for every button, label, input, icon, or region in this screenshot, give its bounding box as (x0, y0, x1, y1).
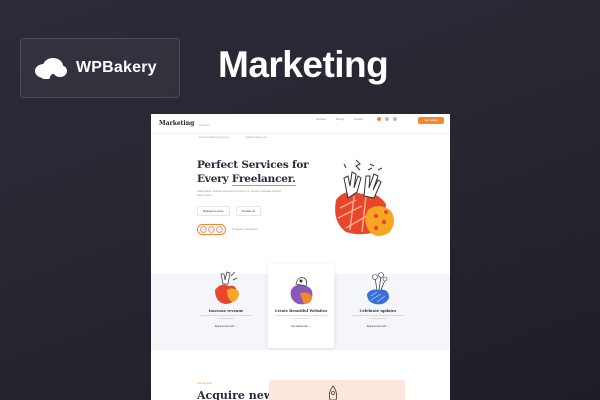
hero-buttons: Request a quote Contact us (197, 206, 309, 216)
preview-navbar: Marketing Template Services Pricing Cont… (151, 114, 450, 134)
hero-title-line2: Every Freelancer. (197, 172, 309, 186)
feature-description: Lorem ipsum dolor sit amet consectetur a… (351, 315, 405, 321)
badge-label: WPBakery (76, 59, 157, 76)
contact-button[interactable]: Contact us (235, 206, 261, 216)
feature-link[interactable]: Request more info → (343, 325, 413, 328)
feature-link[interactable]: Get started now → (266, 325, 336, 328)
hero-title-prefix: Every (197, 173, 232, 185)
preview-social-icons (377, 117, 397, 121)
feature-beautiful-websites: Create Beautiful Websites Lorem ipsum do… (266, 272, 336, 328)
preview-cta-button[interactable]: Get started (418, 117, 444, 124)
preview-nav-link[interactable]: Services (316, 118, 326, 121)
preview-subbar-item: info@marketing.com (245, 135, 268, 139)
preview-logo-sub: Template (199, 124, 210, 127)
avatar (200, 226, 207, 233)
hero-title: Perfect Services for Every Freelancer. (197, 158, 309, 186)
avatar (208, 226, 215, 233)
preview-nav-link[interactable]: Pricing (336, 118, 344, 121)
social-icon[interactable] (377, 117, 381, 121)
preview-subbar: Freelance Marketing Agency info@marketin… (151, 134, 450, 140)
websites-illustration-icon (290, 277, 313, 305)
cloud-logo-icon (35, 58, 67, 79)
avatar-group (197, 224, 226, 235)
wpbakery-badge: WPBakery (20, 38, 180, 98)
rocket-icon (329, 385, 337, 400)
preview-logo: Marketing (159, 120, 195, 127)
preview-nav-links: Services Pricing Contact (316, 118, 363, 121)
avatar (216, 226, 223, 233)
high-five-illustration-icon (335, 159, 394, 236)
trusted-text: Trusted by companies (232, 228, 258, 231)
feature-description: Lorem ipsum dolor sit amet consectetur a… (199, 315, 253, 321)
feature-link[interactable]: Request more info → (191, 325, 261, 328)
celebrate-illustration-icon (367, 272, 389, 305)
feature-description: Lorem ipsum dolor sit amet consectetur a… (274, 315, 328, 321)
preview-nav-link[interactable]: Contact (354, 118, 363, 121)
feature-title: Create Beautiful Websites (274, 309, 328, 313)
social-icon[interactable] (385, 117, 389, 121)
revenue-illustration-icon (215, 271, 239, 304)
section-eyebrow: Our services (197, 382, 212, 385)
hero-description: Nulla facilisi. Vivamus elementum semper… (197, 190, 281, 197)
page-headline: Marketing (218, 44, 389, 85)
template-preview[interactable]: Marketing Template Services Pricing Cont… (151, 114, 450, 400)
services-panel (269, 380, 405, 400)
trusted-row: Trusted by companies (197, 224, 309, 235)
feature-celebrate-updates: Celebrate updates Lorem ipsum dolor sit … (343, 270, 413, 328)
preview-subbar-item: Freelance Marketing Agency (199, 135, 230, 139)
hero-title-underlined: Freelancer. (231, 173, 296, 186)
section-title: Acquire new (197, 389, 274, 400)
feature-title: Increase revenue (208, 309, 244, 313)
feature-increase-revenue: Increase revenue Lorem ipsum dolor sit a… (191, 270, 261, 328)
preview-hero: Perfect Services for Every Freelancer. N… (197, 158, 309, 235)
social-icon[interactable] (393, 117, 397, 121)
request-quote-button[interactable]: Request a quote (197, 206, 230, 216)
feature-title: Celebrate updates (359, 309, 397, 313)
hero-title-line1: Perfect Services for (197, 159, 309, 171)
